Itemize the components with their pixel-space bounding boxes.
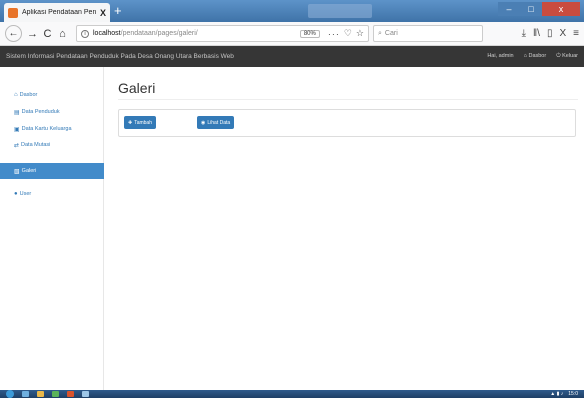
zoom-level[interactable]: 80% — [299, 29, 320, 38]
taskbar-app-firefox[interactable] — [67, 391, 74, 397]
url-bar[interactable]: i localhost /pendataan/pages/galeri/ 80%… — [76, 25, 369, 42]
tray-icons[interactable]: ▲ ▮ ♪ — [550, 391, 563, 397]
download-icon[interactable]: ⤓ — [522, 28, 526, 39]
url-host: localhost — [93, 30, 121, 37]
back-button[interactable]: ← — [5, 25, 22, 42]
sidebar-item-data-kartu-keluarga[interactable]: ▣ Data Kartu Keluarga — [0, 122, 104, 136]
clock[interactable]: 15:0 — [568, 391, 578, 397]
user-icon: ● — [14, 191, 18, 197]
reader-view-icon[interactable]: ▯ — [547, 28, 553, 39]
sidebar-item-galeri[interactable]: ▧ Galeri — [0, 163, 104, 179]
menu-icon[interactable]: ≡ — [573, 28, 579, 39]
new-tab-button[interactable]: + — [114, 3, 122, 19]
info-icon[interactable]: i — [81, 29, 89, 38]
user-greeting: Hai, admin — [487, 53, 514, 59]
app-header: Sistem Informasi Pendataan Penduduk Pada… — [0, 46, 584, 67]
url-path: /pendataan/pages/galeri/ — [120, 30, 198, 37]
search-icon: ⌕ — [378, 29, 382, 37]
taskbar-app-explorer[interactable] — [37, 391, 44, 397]
sidebar-item-label: Data Mutasi — [21, 142, 51, 148]
sidebar-item-user[interactable]: ● User — [0, 187, 104, 201]
taskbar-app-window[interactable] — [82, 391, 89, 397]
title-divider — [118, 99, 578, 100]
gallery-panel — [118, 109, 576, 137]
sidebar-item-label: Data Penduduk — [21, 109, 60, 115]
sidebar-item-label: Data Kartu Keluarga — [21, 126, 72, 132]
logout-label: Keluar — [562, 53, 578, 59]
home-button[interactable]: ⌂ — [55, 28, 70, 40]
forward-button[interactable]: → — [25, 28, 40, 40]
toolbar-icons: ⤓ ‖\ ▯ X ≡ — [522, 28, 579, 39]
list-icon: ▤ — [14, 109, 20, 116]
page-title: Galeri — [118, 80, 156, 96]
sidebar-item-data-mutasi[interactable]: ⇄ Data Mutasi — [0, 138, 104, 152]
browser-tab-strip: Aplikasi Pendataan Penduduk X + ‒ □ x — [0, 0, 584, 22]
os-taskbar: ▲ ▮ ♪ 15:0 — [0, 390, 584, 398]
sidebar-item-data-penduduk[interactable]: ▤ Data Penduduk — [0, 105, 104, 119]
taskbar-app-media[interactable] — [52, 391, 59, 397]
app-header-links: Hai, admin ⌂ Dasbor ⏻ Keluar — [487, 53, 578, 60]
add-button-label: Tambah — [134, 119, 152, 126]
minimize-button[interactable]: ‒ — [498, 2, 520, 16]
library-icon[interactable]: ‖\ — [533, 28, 540, 39]
close-icon[interactable]: X — [100, 8, 106, 18]
card-icon: ▣ — [14, 126, 20, 133]
browser-tab[interactable]: Aplikasi Pendataan Penduduk X — [4, 3, 110, 22]
system-tray: ▲ ▮ ♪ 15:0 — [550, 391, 578, 397]
eye-icon: ◉ — [201, 119, 206, 126]
view-data-button-label: Lihat Data — [207, 119, 231, 126]
page-actions-icon[interactable]: ··· — [328, 29, 340, 39]
window-close-button[interactable]: x — [542, 2, 580, 16]
search-placeholder: Cari — [384, 30, 398, 37]
start-button[interactable] — [6, 390, 14, 398]
add-button[interactable]: ✚ Tambah — [124, 116, 156, 129]
reload-button[interactable]: C — [40, 28, 55, 40]
pocket-icon[interactable]: ♡ — [344, 28, 352, 39]
maximize-button[interactable]: □ — [520, 2, 542, 16]
tab-title: Aplikasi Pendataan Penduduk — [22, 9, 96, 16]
window-controls: ‒ □ x — [498, 2, 580, 16]
header-dashboard-link[interactable]: ⌂ Dasbor — [524, 53, 547, 60]
search-input[interactable]: ⌕ Cari — [373, 25, 483, 42]
logout-link[interactable]: ⏻ Keluar — [556, 53, 578, 60]
favicon-icon — [8, 7, 18, 18]
add-icon: ✚ — [128, 119, 133, 126]
taskbar-app-ie[interactable] — [22, 391, 29, 397]
sidebar-item-label: Galeri — [21, 168, 37, 174]
titlebar-decoration — [308, 4, 372, 18]
home-icon: ⌂ — [14, 92, 18, 98]
sidebar-item-label: Dasbor — [19, 92, 38, 98]
extension-icon[interactable]: X — [559, 28, 566, 39]
image-icon: ▧ — [14, 168, 20, 175]
browser-navbar: ← → C ⌂ i localhost /pendataan/pages/gal… — [0, 22, 584, 46]
sidebar-item-dasbor[interactable]: ⌂ Dasbor — [0, 88, 104, 102]
bookmark-star-icon[interactable]: ☆ — [356, 28, 364, 39]
view-data-button[interactable]: ◉ Lihat Data — [197, 116, 235, 129]
sidebar: ⌂ Dasbor ▤ Data Penduduk ▣ Data Kartu Ke… — [0, 67, 104, 390]
header-dashboard-label: Dasbor — [528, 53, 547, 59]
sidebar-item-label: User — [19, 191, 32, 197]
app-title[interactable]: Sistem Informasi Pendataan Penduduk Pada… — [6, 53, 234, 60]
transfer-icon: ⇄ — [14, 142, 20, 149]
